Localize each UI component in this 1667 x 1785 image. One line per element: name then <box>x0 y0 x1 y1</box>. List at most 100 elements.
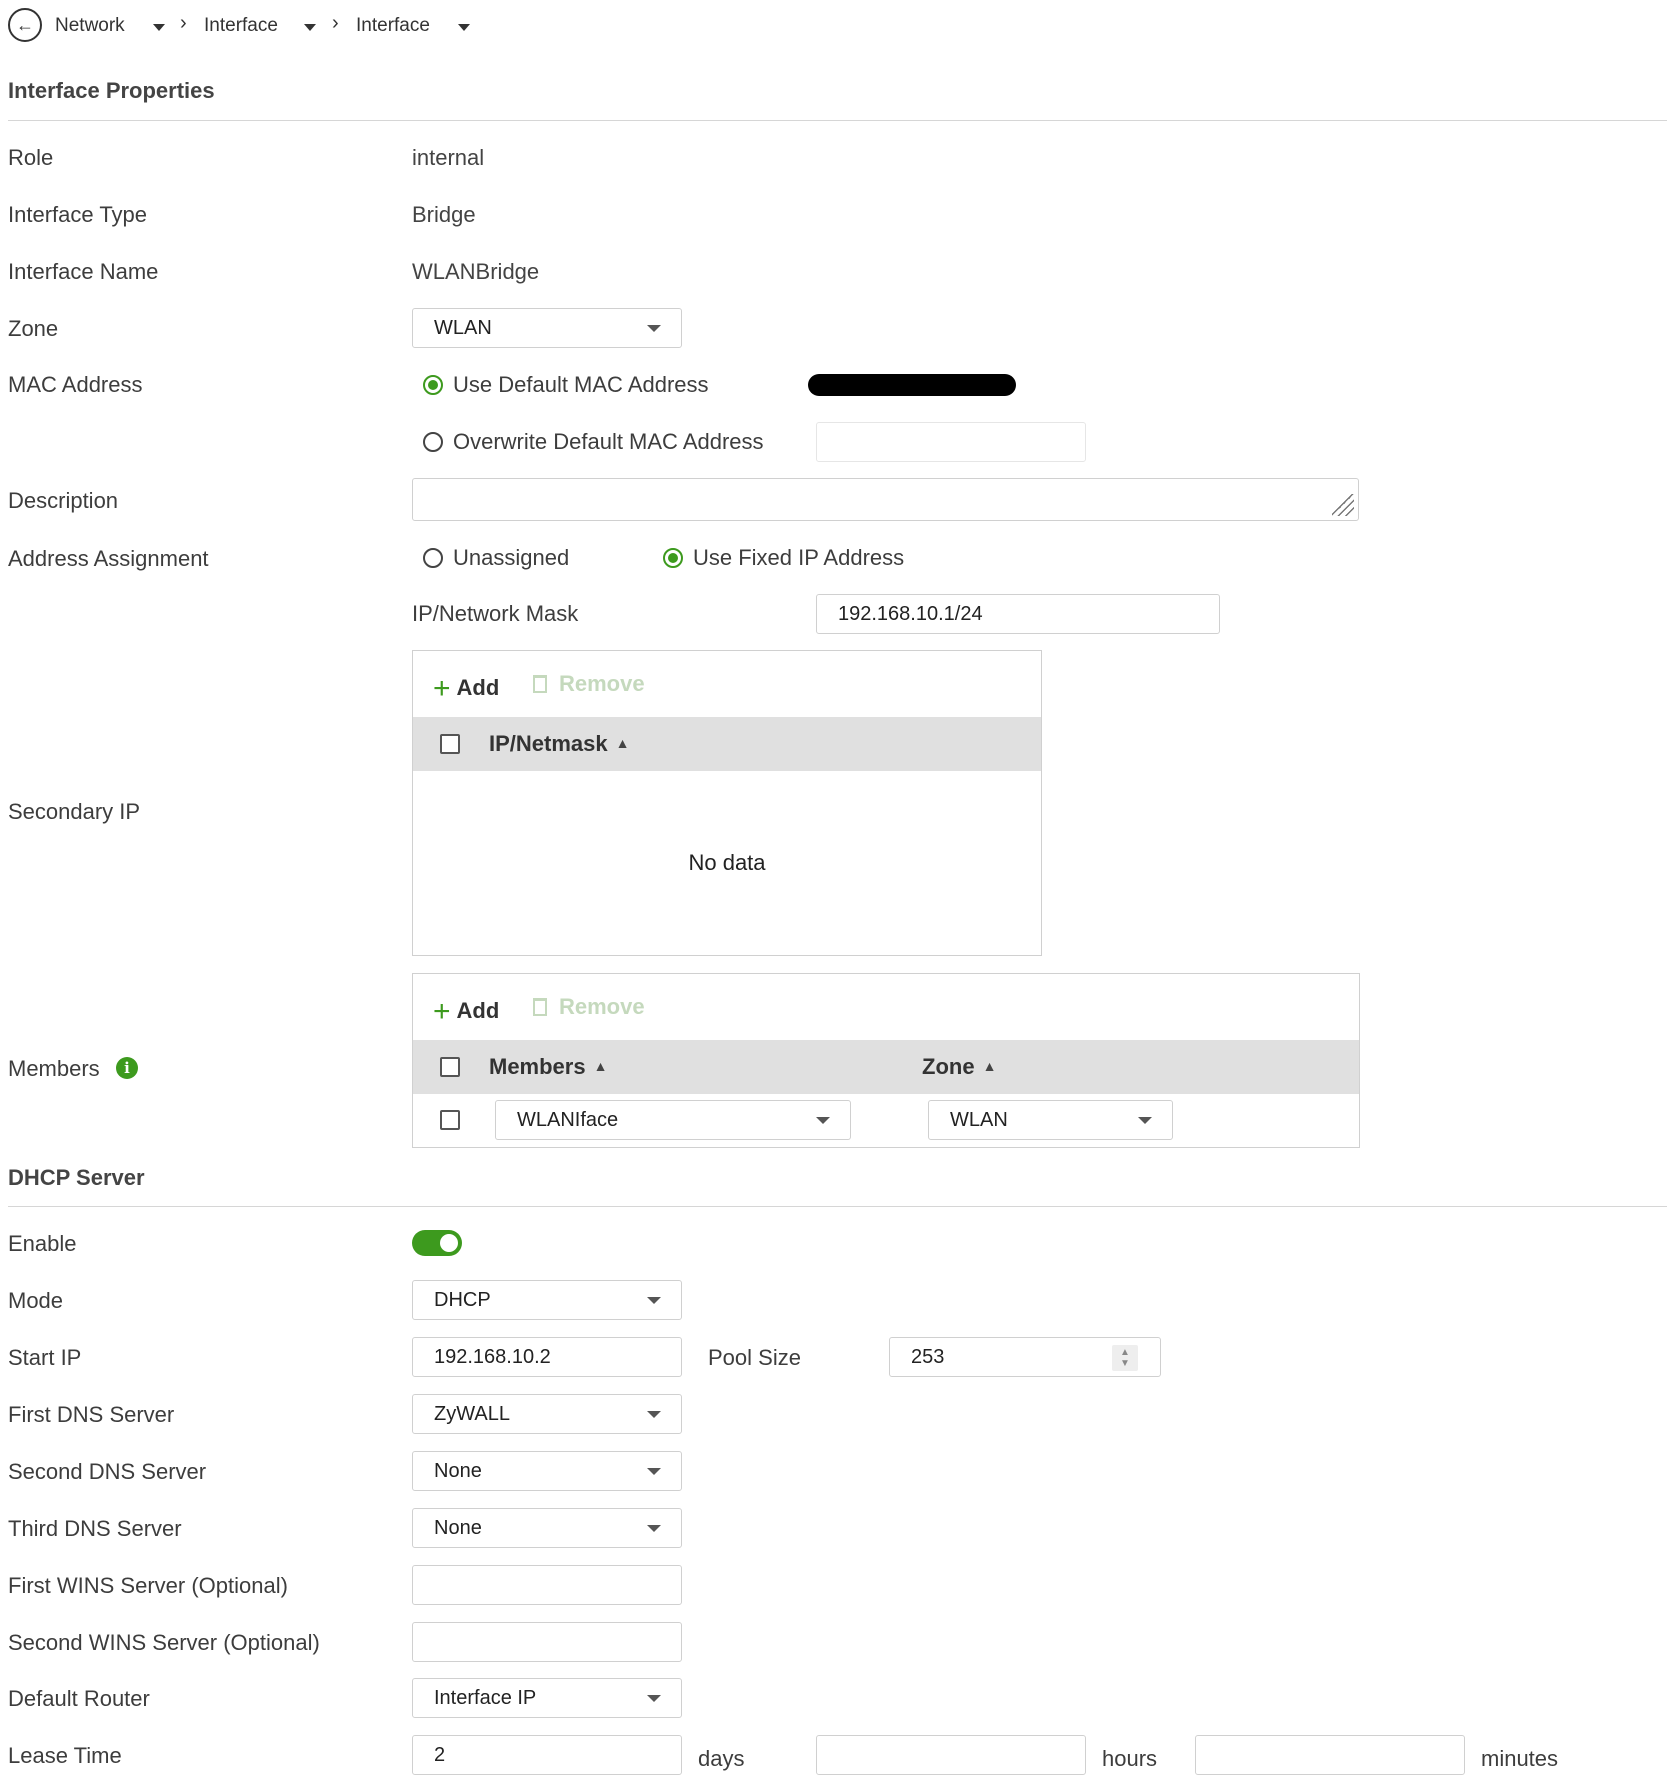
third-dns-select[interactable]: None <box>412 1508 682 1548</box>
mac-overwrite-input[interactable] <box>816 422 1086 462</box>
member-zone-select[interactable]: WLAN <box>928 1100 1173 1140</box>
mac-address-label: MAC Address <box>8 372 143 397</box>
back-arrow-icon[interactable]: ← <box>8 8 42 42</box>
pool-size-input[interactable]: 253 ▲ ▼ <box>889 1337 1161 1377</box>
section-title-dhcp-server: DHCP Server <box>8 1165 145 1190</box>
lease-days-value: 2 <box>434 1744 446 1766</box>
members-table: + Add Remove Members ▲︎ Zone ▲︎ WLANIface W… <box>412 973 1360 1148</box>
chevron-down-icon[interactable] <box>458 24 470 31</box>
second-wins-label: Second WINS Server (Optional) <box>8 1630 320 1655</box>
trash-icon <box>533 998 547 1016</box>
stepper-icon[interactable]: ▲ ▼ <box>1112 1345 1138 1371</box>
column-header-zone[interactable]: Zone ▲︎ <box>922 1054 996 1082</box>
chevron-down-icon <box>647 1411 661 1418</box>
remove-button[interactable]: Remove <box>533 671 645 697</box>
interface-type-label: Interface Type <box>8 202 148 227</box>
column-header-members[interactable]: Members ▲︎ <box>489 1054 607 1082</box>
fixed-ip-radio[interactable] <box>663 548 683 568</box>
redacted-mac-address <box>808 374 1016 396</box>
chevron-down-icon <box>647 1525 661 1532</box>
interface-type-value: Bridge <box>412 202 476 227</box>
divider <box>8 120 1667 121</box>
breadcrumb-interface[interactable]: Interface <box>204 14 278 38</box>
breadcrumb-network[interactable]: Network <box>55 14 125 38</box>
members-label: Members <box>8 1056 100 1081</box>
breadcrumb-interface-current[interactable]: Interface <box>356 14 430 38</box>
breadcrumb-separator-icon: › <box>332 12 339 34</box>
lease-hours-unit: hours <box>1102 1746 1158 1771</box>
unassigned-label[interactable]: Unassigned <box>453 545 569 571</box>
chevron-down-icon <box>647 1297 661 1304</box>
mode-select[interactable]: DHCP <box>412 1280 682 1320</box>
role-label: Role <box>8 145 54 170</box>
sort-icon[interactable]: ▲︎ <box>616 735 630 751</box>
sort-icon[interactable]: ▲︎ <box>983 1058 997 1074</box>
add-label: Add <box>456 998 500 1023</box>
add-button[interactable]: + Add <box>433 992 500 1028</box>
start-ip-input[interactable]: 192.168.10.2 <box>412 1337 682 1377</box>
enable-toggle[interactable] <box>412 1230 462 1256</box>
second-dns-select[interactable]: None <box>412 1451 682 1491</box>
column-header-label: Zone <box>922 1054 975 1079</box>
table-header: IP/Netmask ▲︎ <box>413 717 1041 771</box>
resize-handle-icon[interactable] <box>1332 494 1354 516</box>
chevron-down-icon <box>816 1117 830 1124</box>
first-dns-select[interactable]: ZyWALL <box>412 1394 682 1434</box>
sort-icon[interactable]: ▲︎ <box>594 1058 608 1074</box>
mac-default-label[interactable]: Use Default MAC Address <box>453 372 709 398</box>
chevron-down-icon <box>647 1695 661 1702</box>
third-dns-value: None <box>434 1517 482 1539</box>
second-dns-value: None <box>434 1460 482 1482</box>
mac-overwrite-label[interactable]: Overwrite Default MAC Address <box>453 429 764 455</box>
interface-name-value: WLANBridge <box>412 259 540 284</box>
lease-minutes-input[interactable] <box>1195 1735 1465 1775</box>
mac-default-radio[interactable] <box>423 375 443 395</box>
lease-days-unit: days <box>698 1746 745 1771</box>
role-value: internal <box>412 145 485 170</box>
remove-label: Remove <box>559 671 645 696</box>
table-header: Members ▲︎ Zone ▲︎ <box>413 1040 1359 1094</box>
default-router-label: Default Router <box>8 1686 150 1711</box>
enable-label: Enable <box>8 1231 77 1256</box>
select-all-checkbox[interactable] <box>440 734 460 754</box>
add-label: Add <box>456 675 500 700</box>
select-all-checkbox[interactable] <box>440 1057 460 1077</box>
row-checkbox[interactable] <box>440 1110 460 1130</box>
member-zone-value: WLAN <box>950 1109 1008 1131</box>
default-router-select[interactable]: Interface IP <box>412 1678 682 1718</box>
ip-mask-input[interactable]: 192.168.10.1/24 <box>816 594 1220 634</box>
description-textarea[interactable] <box>412 478 1359 521</box>
unassigned-radio[interactable] <box>423 548 443 568</box>
second-dns-label: Second DNS Server <box>8 1459 207 1484</box>
first-wins-input[interactable] <box>412 1565 682 1605</box>
chevron-down-icon <box>1138 1117 1152 1124</box>
address-assignment-label: Address Assignment <box>8 546 209 571</box>
zone-label: Zone <box>8 316 59 341</box>
breadcrumb-separator-icon: › <box>180 12 187 34</box>
fixed-ip-label[interactable]: Use Fixed IP Address <box>693 545 904 571</box>
remove-button[interactable]: Remove <box>533 994 645 1020</box>
first-dns-label: First DNS Server <box>8 1402 175 1427</box>
plus-icon: + <box>433 672 451 705</box>
secondary-ip-table: + Add Remove IP/Netmask ▲︎ No data <box>412 650 1042 956</box>
info-icon[interactable]: i <box>116 1057 138 1079</box>
mode-label: Mode <box>8 1288 64 1313</box>
chevron-down-icon <box>647 325 661 332</box>
ip-mask-label: IP/Network Mask <box>412 601 579 626</box>
chevron-down-icon[interactable] <box>304 24 316 31</box>
lease-hours-input[interactable] <box>816 1735 1086 1775</box>
mac-overwrite-radio[interactable] <box>423 432 443 452</box>
chevron-down-icon[interactable] <box>153 24 165 31</box>
plus-icon: + <box>433 995 451 1028</box>
third-dns-label: Third DNS Server <box>8 1516 182 1541</box>
lease-days-input[interactable]: 2 <box>412 1735 682 1775</box>
table-toolbar: + Add Remove <box>413 974 1359 1040</box>
zone-select[interactable]: WLAN <box>412 308 682 348</box>
member-select[interactable]: WLANIface <box>495 1100 851 1140</box>
column-header-ip-netmask[interactable]: IP/Netmask ▲︎ <box>489 731 629 759</box>
second-wins-input[interactable] <box>412 1622 682 1662</box>
description-label: Description <box>8 488 119 513</box>
add-button[interactable]: + Add <box>433 669 500 705</box>
section-title-interface-properties: Interface Properties <box>8 78 215 103</box>
pool-size-value: 253 <box>911 1346 945 1368</box>
